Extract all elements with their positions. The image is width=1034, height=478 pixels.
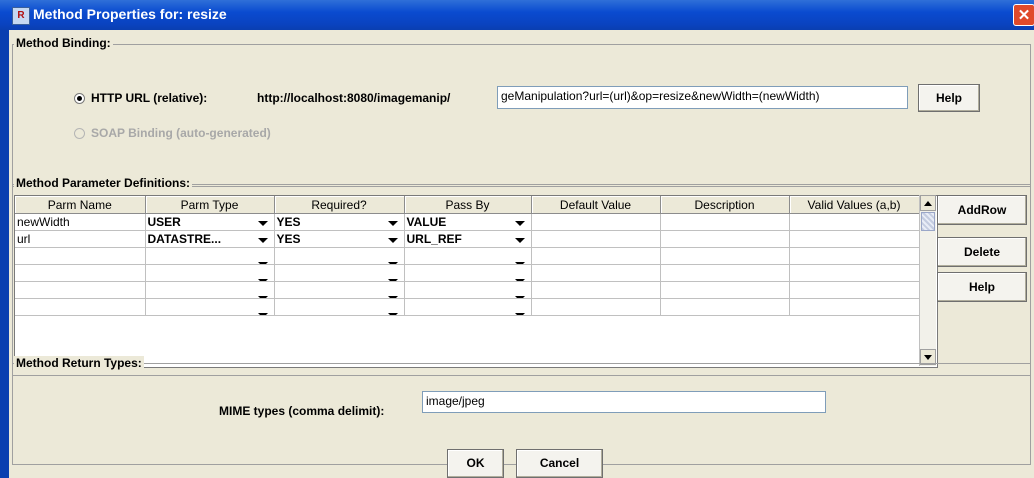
params-help-button[interactable]: Help xyxy=(937,272,1027,302)
name-cell[interactable]: url xyxy=(15,230,146,248)
valid-cell[interactable] xyxy=(789,247,920,265)
column-header[interactable]: Default Value xyxy=(531,196,661,214)
valid-cell[interactable] xyxy=(789,281,920,299)
delete-row-button[interactable]: Delete xyxy=(937,237,1027,267)
cancel-button[interactable]: Cancel xyxy=(516,449,603,478)
table-row[interactable] xyxy=(15,264,920,282)
mime-types-label: MIME types (comma delimit): xyxy=(219,404,385,418)
dropdown-arrow-icon[interactable] xyxy=(257,313,268,315)
column-header[interactable]: Pass By xyxy=(404,196,532,214)
description-cell[interactable] xyxy=(660,213,790,231)
dropdown-arrow-icon[interactable] xyxy=(514,238,525,243)
type-combo[interactable] xyxy=(145,264,275,282)
relative-url-input[interactable]: geManipulation?url=(url)&op=resize&newWi… xyxy=(497,86,908,109)
default-cell[interactable] xyxy=(531,281,661,299)
pass-by-combo[interactable] xyxy=(404,264,532,282)
title-bar[interactable]: R Method Properties for: resize ✕ xyxy=(0,0,1034,30)
default-cell[interactable] xyxy=(531,247,661,265)
dropdown-arrow-icon[interactable] xyxy=(514,221,525,226)
description-cell[interactable] xyxy=(660,247,790,265)
parameters-table[interactable]: Parm Name Parm Type Required? Pass By Defaul… xyxy=(14,195,938,368)
base-url-text: http://localhost:8080/imagemanip/ xyxy=(257,91,451,105)
close-button[interactable]: ✕ xyxy=(1013,4,1034,26)
valid-cell[interactable] xyxy=(789,264,920,282)
required-combo[interactable]: YES xyxy=(274,230,405,248)
dropdown-arrow-icon[interactable] xyxy=(257,238,268,243)
required-combo[interactable] xyxy=(274,264,405,282)
parameter-definitions-legend: Method Parameter Definitions: xyxy=(14,176,193,190)
dialog-client-area: Method Binding: HTTP URL (relative): htt… xyxy=(9,30,1034,478)
name-cell[interactable] xyxy=(15,298,146,316)
http-url-radio[interactable] xyxy=(74,93,85,104)
dropdown-arrow-icon[interactable] xyxy=(387,238,398,243)
type-combo[interactable]: DATASTRE... xyxy=(145,230,275,248)
required-combo[interactable] xyxy=(274,298,405,316)
table-row[interactable] xyxy=(15,298,920,316)
window-frame-left xyxy=(0,30,9,478)
http-url-label: HTTP URL (relative): xyxy=(91,91,208,105)
combo-value: DATASTRE... xyxy=(147,232,222,246)
scroll-up-icon[interactable] xyxy=(920,195,936,211)
default-cell[interactable] xyxy=(531,213,661,231)
window-title: Method Properties for: resize xyxy=(33,6,227,22)
combo-value: URL_REF xyxy=(406,232,462,246)
combo-value: YES xyxy=(276,215,301,229)
combo-value: USER xyxy=(147,215,181,229)
scroll-thumb[interactable] xyxy=(921,212,935,231)
description-cell[interactable] xyxy=(660,281,790,299)
pass-by-combo[interactable]: VALUE xyxy=(404,213,532,231)
add-row-button[interactable]: AddRow xyxy=(937,195,1027,225)
dropdown-arrow-icon[interactable] xyxy=(514,313,525,315)
column-header[interactable]: Valid Values (a,b) xyxy=(789,196,920,214)
description-cell[interactable] xyxy=(660,298,790,316)
app-icon: R xyxy=(12,7,30,25)
column-header[interactable]: Parm Type xyxy=(145,196,275,214)
required-combo[interactable] xyxy=(274,247,405,265)
type-combo[interactable] xyxy=(145,298,275,316)
table-scrollbar[interactable] xyxy=(919,195,936,366)
pass-by-combo[interactable] xyxy=(404,298,532,316)
pass-by-combo[interactable]: URL_REF xyxy=(404,230,532,248)
default-cell[interactable] xyxy=(531,264,661,282)
valid-cell[interactable] xyxy=(789,298,920,316)
table-row[interactable] xyxy=(15,281,920,299)
name-cell[interactable]: newWidth xyxy=(15,213,146,231)
soap-binding-radio[interactable] xyxy=(74,128,85,139)
binding-help-button[interactable]: Help xyxy=(918,84,980,112)
soap-binding-label: SOAP Binding (auto-generated) xyxy=(91,126,271,140)
valid-cell[interactable] xyxy=(789,230,920,248)
column-header[interactable]: Description xyxy=(660,196,790,214)
mime-types-input[interactable]: image/jpeg xyxy=(422,391,826,413)
ok-button[interactable]: OK xyxy=(447,449,504,478)
default-cell[interactable] xyxy=(531,298,661,316)
valid-cell[interactable] xyxy=(789,213,920,231)
type-combo[interactable] xyxy=(145,281,275,299)
method-binding-panel xyxy=(12,44,1031,187)
pass-by-combo[interactable] xyxy=(404,247,532,265)
table-row[interactable]: url DATASTRE... YES URL_REF xyxy=(15,230,920,248)
pass-by-combo[interactable] xyxy=(404,281,532,299)
table-row[interactable]: newWidth USER YES VALUE xyxy=(15,213,920,231)
type-combo[interactable]: USER xyxy=(145,213,275,231)
dropdown-arrow-icon[interactable] xyxy=(387,313,398,315)
name-cell[interactable] xyxy=(15,264,146,282)
table-row[interactable] xyxy=(15,247,920,265)
name-cell[interactable] xyxy=(15,281,146,299)
combo-value: YES xyxy=(276,232,301,246)
dropdown-arrow-icon[interactable] xyxy=(257,221,268,226)
return-types-legend: Method Return Types: xyxy=(14,356,144,370)
combo-value: VALUE xyxy=(406,215,447,229)
name-cell[interactable] xyxy=(15,247,146,265)
description-cell[interactable] xyxy=(660,230,790,248)
required-combo[interactable]: YES xyxy=(274,213,405,231)
default-cell[interactable] xyxy=(531,230,661,248)
type-combo[interactable] xyxy=(145,247,275,265)
dropdown-arrow-icon[interactable] xyxy=(387,221,398,226)
description-cell[interactable] xyxy=(660,264,790,282)
column-header[interactable]: Parm Name xyxy=(15,196,146,214)
required-combo[interactable] xyxy=(274,281,405,299)
column-header[interactable]: Required? xyxy=(274,196,405,214)
method-binding-legend: Method Binding: xyxy=(14,36,113,50)
